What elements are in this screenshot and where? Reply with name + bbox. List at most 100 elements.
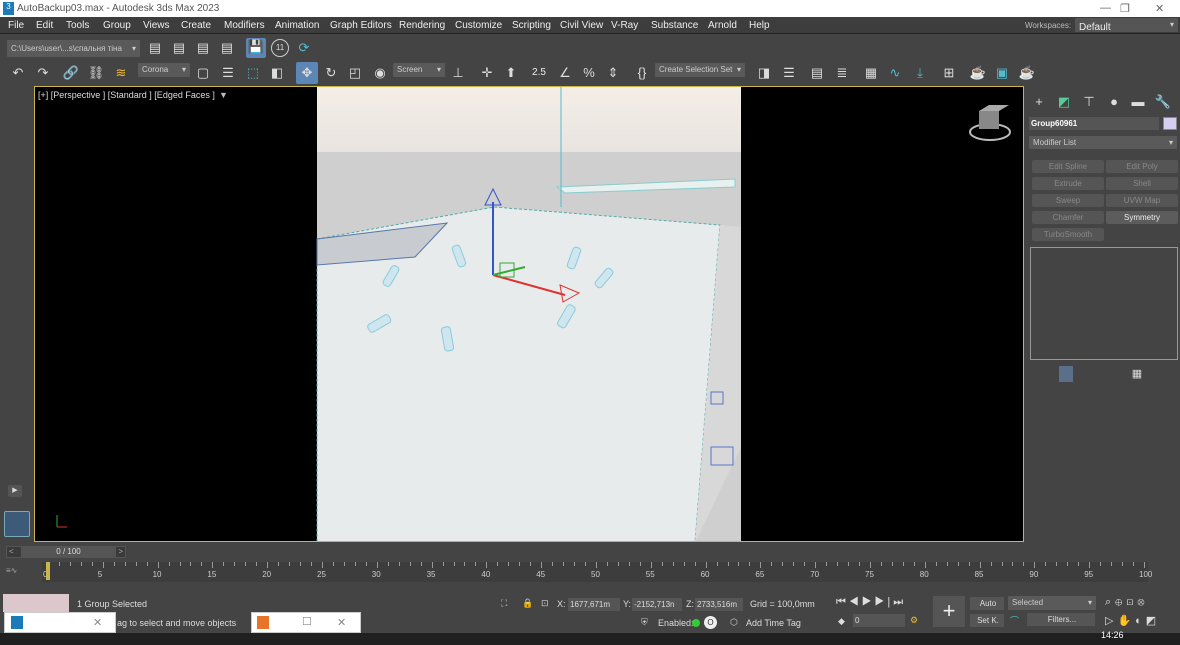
modifier-chamfer[interactable]: Chamfer <box>1032 211 1104 224</box>
menu-civil-view[interactable]: Civil View <box>560 20 603 31</box>
menu-substance[interactable]: Substance <box>651 20 698 31</box>
absolute-mode-icon[interactable]: ⊡ <box>541 598 549 609</box>
workspaces-dropdown[interactable]: Default <box>1075 18 1178 33</box>
menu-file[interactable]: File <box>8 20 24 31</box>
manipulate-icon[interactable]: ✛ <box>478 64 496 82</box>
link-icon[interactable]: 🔗 <box>62 64 80 82</box>
menu-views[interactable]: Views <box>143 20 170 31</box>
percent-snap-icon[interactable]: % <box>580 64 598 82</box>
modifier-stack[interactable] <box>1030 247 1178 360</box>
x-coordinate-field[interactable]: 1677,671m <box>568 598 620 611</box>
menu-modifiers[interactable]: Modifiers <box>224 20 265 31</box>
time-slider-thumb[interactable]: 0 / 100 <box>21 547 116 557</box>
lock-icon[interactable]: 🔒 <box>522 598 533 609</box>
renderer-dropdown[interactable]: Corona <box>138 63 190 77</box>
rectangular-selection-icon[interactable]: ⬚ <box>244 64 262 82</box>
select-object-icon[interactable]: ▢ <box>194 64 212 82</box>
key-filter-dropdown[interactable]: Selected <box>1008 596 1096 610</box>
menu-edit[interactable]: Edit <box>36 20 53 31</box>
scale-icon[interactable]: ◰ <box>346 64 364 82</box>
utilities-tab-icon[interactable]: 🔧 <box>1154 93 1172 111</box>
spinner-snap-icon[interactable]: ⇕ <box>604 64 622 82</box>
taskbar-preview-3dsmax[interactable]: ✕ <box>4 612 116 633</box>
unlink-icon[interactable]: ⛓ <box>87 64 105 82</box>
rotate-icon[interactable]: ↻ <box>322 64 340 82</box>
open-project-icon[interactable]: ▤ <box>194 39 212 57</box>
rendered-frame-window-icon[interactable]: ▣ <box>993 64 1011 82</box>
menu-group[interactable]: Group <box>103 20 131 31</box>
viewport-layout-icon[interactable] <box>4 511 30 537</box>
version-badge[interactable]: 11 <box>271 39 289 57</box>
set-key-big-button[interactable]: + <box>933 596 965 627</box>
undo-icon[interactable]: ↶ <box>9 64 27 82</box>
menu-create[interactable]: Create <box>181 20 211 31</box>
menu-graph-editors[interactable]: Graph Editors <box>330 20 392 31</box>
z-coordinate-field[interactable]: 2733,516m <box>695 598 743 611</box>
project-folder-icon[interactable]: ▤ <box>218 39 236 57</box>
material-editor-icon[interactable]: ⊞ <box>940 64 958 82</box>
bind-space-warp-icon[interactable]: ≋ <box>112 64 130 82</box>
modifier-turbosmooth[interactable]: TurboSmooth <box>1032 228 1104 241</box>
close-icon[interactable]: ✕ <box>93 616 102 629</box>
object-color-swatch[interactable] <box>1163 117 1177 130</box>
select-by-name-icon[interactable]: ☰ <box>219 64 237 82</box>
show-end-result-icon[interactable] <box>1059 366 1073 382</box>
modifier-sweep[interactable]: Sweep <box>1032 194 1104 207</box>
current-frame-marker[interactable] <box>46 562 50 580</box>
align-icon[interactable]: ☰ <box>780 64 798 82</box>
configure-modifier-sets-icon[interactable]: ▦ <box>1128 365 1146 383</box>
render-production-icon[interactable]: ☕ <box>1018 64 1036 82</box>
modify-tab-icon[interactable]: ◩ <box>1055 93 1073 111</box>
sync-icon[interactable]: ⟳ <box>295 39 313 57</box>
perspective-viewport[interactable]: [+] [Perspective ] [Standard ] [Edged Fa… <box>34 86 1024 542</box>
display-tab-icon[interactable]: ▬ <box>1129 93 1147 111</box>
keyboard-shortcut-icon[interactable]: ⬆ <box>502 64 520 82</box>
modifier-symmetry[interactable]: Symmetry <box>1106 211 1178 224</box>
autobackup-icon[interactable]: 💾 <box>246 38 266 58</box>
selection-set-dropdown[interactable]: Create Selection Set <box>655 63 745 77</box>
time-slider[interactable]: < 0 / 100 > <box>6 546 126 558</box>
menu-rendering[interactable]: Rendering <box>399 20 445 31</box>
modifier-extrude[interactable]: Extrude <box>1032 177 1104 190</box>
snaps-toggle-icon[interactable]: 2.5 <box>530 64 548 82</box>
add-time-tag[interactable]: Add Time Tag <box>746 618 801 628</box>
maximize-button[interactable]: ❐ <box>1120 2 1130 15</box>
playback-controls[interactable]: ⏮◀▶▶|⏭ <box>836 596 906 609</box>
layer-explorer-icon[interactable]: ≣ <box>833 64 851 82</box>
expand-arrow-icon[interactable]: ▶ <box>8 485 22 497</box>
redo-icon[interactable]: ↷ <box>34 64 52 82</box>
menu-scripting[interactable]: Scripting <box>512 20 551 31</box>
taskbar-preview-app[interactable]: ☐ ✕ <box>251 612 361 633</box>
curve-editor-icon[interactable]: ∿ <box>886 64 904 82</box>
mini-curve-icon[interactable]: ≡∿ <box>6 566 17 575</box>
set-key-button[interactable]: Set K. <box>970 614 1004 627</box>
menu-help[interactable]: Help <box>749 20 770 31</box>
modifier-edit-poly[interactable]: Edit Poly <box>1106 160 1178 173</box>
menu-customize[interactable]: Customize <box>455 20 502 31</box>
menu-animation[interactable]: Animation <box>275 20 319 31</box>
object-name-field[interactable]: Group60961 <box>1029 117 1159 130</box>
project-path-dropdown[interactable]: C:\Users\user\...s\спальня тіна <box>7 40 140 57</box>
shield-icon[interactable]: ⛨ <box>641 617 648 628</box>
modifier-uvw-map[interactable]: UVW Map <box>1106 194 1178 207</box>
key-mode-icon[interactable]: ◆ <box>838 616 845 627</box>
project-settings-icon[interactable]: ▤ <box>146 39 164 57</box>
reference-coordinate-dropdown[interactable]: Screen <box>393 63 445 77</box>
maximize-icon[interactable]: ☐ <box>302 615 312 628</box>
current-frame-field[interactable]: 0 <box>853 614 905 627</box>
create-tab-icon[interactable]: + <box>1030 93 1048 111</box>
place-icon[interactable]: ◉ <box>371 64 389 82</box>
key-tangent-icon[interactable]: ⌒ <box>1010 614 1019 627</box>
modifier-list-dropdown[interactable]: Modifier List <box>1029 136 1177 149</box>
new-project-icon[interactable]: ▤ <box>170 39 188 57</box>
motion-tab-icon[interactable]: ● <box>1105 93 1123 111</box>
edit-named-selection-icon[interactable]: {} <box>633 64 651 82</box>
modifier-shell[interactable]: Shell <box>1106 177 1178 190</box>
zoom-controls[interactable]: ⌕⊕⊡⊗ <box>1105 596 1149 609</box>
scene-explorer-icon[interactable]: ▤ <box>808 64 826 82</box>
mirror-icon[interactable]: ◨ <box>755 64 773 82</box>
hierarchy-tab-icon[interactable]: ⊤ <box>1080 93 1098 111</box>
isolate-icon[interactable]: ⛶ <box>501 598 507 609</box>
close-icon[interactable]: ✕ <box>337 616 346 629</box>
minimize-button[interactable]: — <box>1100 2 1111 14</box>
